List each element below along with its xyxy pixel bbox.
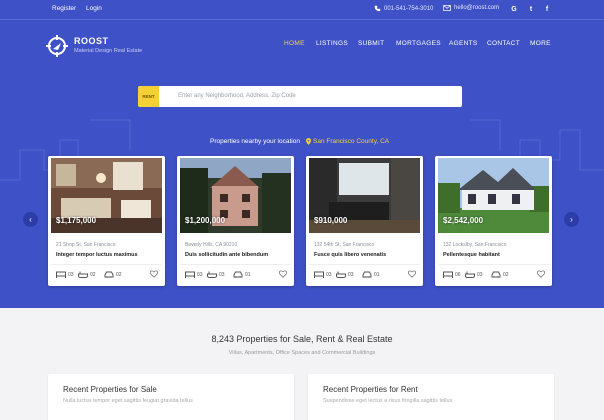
car-icon — [362, 271, 372, 278]
top-bar: Register Login 001-541-754-3010 hello@ro… — [0, 0, 604, 20]
nav-agents[interactable]: AGENTS — [449, 40, 478, 47]
beds-count: 06 — [443, 271, 461, 278]
nearby-location-link[interactable]: San Francisco County, CA — [313, 138, 389, 145]
listing-address: 21 Shop St, San Francisco — [56, 242, 116, 248]
recent-sale-panel: Recent Properties for Sale Nulla luctus … — [48, 374, 294, 420]
bed-icon — [56, 271, 66, 278]
facebook-icon[interactable]: f — [542, 4, 552, 14]
mail-icon — [443, 5, 451, 11]
beds-count: 03 — [56, 271, 74, 278]
listing-card[interactable]: $910,000 132 54th St, San Francisco Fusc… — [306, 156, 423, 286]
car-icon — [104, 271, 114, 278]
brand-name[interactable]: ROOST — [74, 36, 109, 46]
beds-count: 03 — [314, 271, 332, 278]
baths-count: 03 — [465, 271, 483, 278]
listing-title[interactable]: Fusce quis libero venenatis — [314, 252, 386, 258]
favorite-heart-icon[interactable] — [150, 270, 158, 278]
listing-price: $1,200,000 — [185, 216, 226, 225]
card-divider — [180, 264, 291, 265]
carousel-prev-button[interactable]: ‹ — [23, 212, 38, 227]
listing-card[interactable]: $1,175,000 21 Shop St, San Francisco Int… — [48, 156, 165, 286]
panel-title[interactable]: Recent Properties for Sale — [63, 385, 157, 394]
baths-count: 03 — [336, 271, 354, 278]
listing-card[interactable]: $2,542,000 132 Lockslby, San Francisco P… — [435, 156, 552, 286]
panel-subtitle: Nulla luctus tempor eget sagittis feugia… — [63, 398, 193, 404]
listing-card[interactable]: $1,200,000 Beverly Hills, CA 90210 Duis … — [177, 156, 294, 286]
listing-address: Beverly Hills, CA 90210 — [185, 242, 238, 248]
favorite-heart-icon[interactable] — [279, 270, 287, 278]
bed-icon — [443, 271, 453, 278]
bath-icon — [78, 271, 88, 278]
panel-subtitle: Suspendisse eget lectus a risus fringill… — [323, 398, 453, 404]
phone-info: 001-541-754-3010 — [374, 5, 433, 12]
garage-count: 02 — [104, 271, 122, 278]
nav-listings[interactable]: LISTINGS — [316, 40, 348, 47]
nearby-label: Properties nearby your location — [210, 138, 300, 145]
carousel-next-button[interactable]: › — [564, 212, 579, 227]
bath-icon — [207, 271, 217, 278]
card-divider — [438, 264, 549, 265]
card-divider — [309, 264, 420, 265]
login-link[interactable]: Login — [86, 5, 102, 12]
phone-icon — [374, 5, 381, 12]
nav-more[interactable]: MORE — [530, 40, 551, 47]
listing-address: 132 54th St, San Francisco — [314, 242, 375, 248]
nav-contact[interactable]: CONTACT — [487, 40, 520, 47]
listing-address: 132 Lockslby, San Francisco — [443, 242, 507, 248]
listing-price: $910,000 — [314, 216, 348, 225]
bath-icon — [465, 271, 475, 278]
favorite-heart-icon[interactable] — [408, 270, 416, 278]
nav-submit[interactable]: SUBMIT — [358, 40, 384, 47]
car-icon — [233, 271, 243, 278]
bed-icon — [185, 271, 195, 278]
listing-title[interactable]: Pellentesque habitant — [443, 252, 500, 258]
car-icon — [491, 271, 501, 278]
google-icon[interactable]: G — [509, 4, 519, 14]
location-pin-icon — [306, 138, 311, 145]
listing-price: $2,542,000 — [443, 216, 484, 225]
beds-count: 03 — [185, 271, 203, 278]
search-input[interactable]: Enter any Neighborhood, Address, Zip Cod… — [178, 93, 296, 99]
card-divider — [51, 264, 162, 265]
bed-icon — [314, 271, 324, 278]
phone-number: 001-541-754-3010 — [384, 5, 434, 12]
hero-section: Register Login 001-541-754-3010 hello@ro… — [0, 0, 604, 308]
listing-title[interactable]: Duis sollicitudin ante bibendum — [185, 252, 268, 258]
register-link[interactable]: Register — [52, 5, 76, 12]
listing-price: $1,175,000 — [56, 216, 97, 225]
section-subtitle: Villas, Apartments, Office Spaces and Co… — [228, 350, 376, 356]
garage-count: 02 — [491, 271, 509, 278]
nav-mortgages[interactable]: MORTGAGES — [396, 40, 441, 47]
email-address: hello@roost.com — [454, 5, 500, 11]
garage-count: 01 — [233, 271, 251, 278]
logo-icon[interactable] — [46, 35, 68, 57]
listing-title[interactable]: Integer tempor luctus maximus — [56, 252, 138, 258]
bath-icon — [336, 271, 346, 278]
email-info[interactable]: hello@roost.com — [443, 5, 499, 11]
favorite-heart-icon[interactable] — [537, 270, 545, 278]
baths-count: 03 — [207, 271, 225, 278]
nav-home[interactable]: HOME — [284, 40, 305, 47]
baths-count: 02 — [78, 271, 96, 278]
search-type-tag[interactable]: RENT — [138, 86, 159, 107]
panel-title[interactable]: Recent Properties for Rent — [323, 385, 418, 394]
search-bar: RENT Enter any Neighborhood, Address, Zi… — [138, 86, 462, 107]
section-title: 8,243 Properties for Sale, Rent & Real E… — [211, 334, 393, 344]
brand-tagline: Material Design Real Estate — [74, 48, 143, 54]
garage-count: 01 — [362, 271, 380, 278]
twitter-icon[interactable]: t — [526, 4, 536, 14]
recent-rent-panel: Recent Properties for Rent Suspendisse e… — [308, 374, 554, 420]
